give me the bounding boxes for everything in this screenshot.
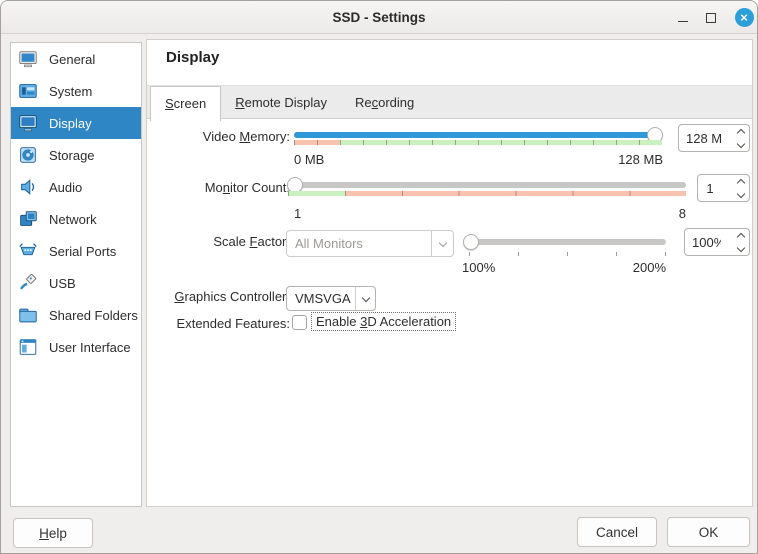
sidebar-item-label: General xyxy=(49,52,95,67)
usb-icon xyxy=(16,271,40,295)
enable-3d-acceleration-checkbox[interactable] xyxy=(292,315,307,330)
sidebar-item-user-interface[interactable]: User Interface xyxy=(11,331,141,363)
extended-features-label: Extended Features: xyxy=(147,316,290,331)
sidebar-item-label: User Interface xyxy=(49,340,131,355)
graphics-controller-label: Graphics Controller: xyxy=(147,289,290,304)
serial-ports-icon xyxy=(16,239,40,263)
window-title: SSD - Settings xyxy=(1,1,757,34)
graphics-controller-combobox[interactable]: VMSVGA xyxy=(286,286,376,311)
video-memory-tick-strip xyxy=(294,140,662,145)
sidebar-item-label: Shared Folders xyxy=(49,308,138,323)
video-memory-label: Video Memory: xyxy=(147,129,290,144)
sidebar-item-system[interactable]: System xyxy=(11,75,141,107)
spin-up-icon[interactable] xyxy=(736,232,744,240)
chevron-down-icon xyxy=(361,293,369,301)
sidebar-item-shared-folders[interactable]: Shared Folders xyxy=(11,299,141,331)
sidebar-item-serial-ports[interactable]: Serial Ports xyxy=(11,235,141,267)
spin-down-icon[interactable] xyxy=(736,243,744,251)
video-memory-slider-fill xyxy=(294,132,662,138)
tab-screen[interactable]: Screen xyxy=(150,86,221,121)
settings-sidebar: General System Display Storage Audio xyxy=(10,42,142,507)
sidebar-item-general[interactable]: General xyxy=(11,43,141,75)
combo-dropdown-button[interactable] xyxy=(431,231,453,256)
sidebar-item-label: System xyxy=(49,84,92,99)
scale-factor-label: Scale Factor: xyxy=(147,234,290,249)
scale-factor-slider-track xyxy=(464,239,666,245)
close-button[interactable]: × xyxy=(732,1,756,34)
sidebar-item-storage[interactable]: Storage xyxy=(11,139,141,171)
close-icon: × xyxy=(735,8,754,27)
monitor-count-tick-strip xyxy=(288,191,686,196)
scale-factor-slider-handle[interactable] xyxy=(463,234,479,250)
audio-icon xyxy=(16,175,40,199)
monitor-count-value: 1 xyxy=(698,181,718,196)
monitor-count-max-label: 8 xyxy=(288,206,686,221)
sidebar-item-label: Storage xyxy=(49,148,95,163)
sidebar-item-label: Display xyxy=(49,116,92,131)
sidebar-item-audio[interactable]: Audio xyxy=(11,171,141,203)
tab-bar: Screen Remote Display Recording xyxy=(147,85,752,119)
maximize-icon xyxy=(706,13,716,23)
general-icon xyxy=(16,47,40,71)
sidebar-item-label: Audio xyxy=(49,180,82,195)
ok-button[interactable]: OK xyxy=(667,517,750,547)
titlebar: SSD - Settings × xyxy=(1,1,757,34)
sidebar-item-label: Serial Ports xyxy=(49,244,116,259)
minimize-icon xyxy=(678,14,688,22)
page-title: Display xyxy=(166,49,219,66)
help-button[interactable]: Help xyxy=(13,518,93,548)
storage-icon xyxy=(16,143,40,167)
spin-down-icon[interactable] xyxy=(736,189,744,197)
shared-folders-icon xyxy=(16,303,40,327)
graphics-controller-value: VMSVGA xyxy=(287,291,355,306)
tab-remote-display[interactable]: Remote Display xyxy=(221,86,341,120)
scale-factor-tick-strip xyxy=(469,252,666,256)
settings-window: SSD - Settings × General System Display xyxy=(0,0,758,554)
tab-recording[interactable]: Recording xyxy=(341,86,428,120)
sidebar-item-network[interactable]: Network xyxy=(11,203,141,235)
combo-dropdown-button[interactable] xyxy=(355,287,375,310)
scale-factor-spinbox[interactable]: 100% xyxy=(684,228,750,256)
system-icon xyxy=(16,79,40,103)
video-memory-spinbox[interactable]: 128 MB xyxy=(678,124,750,152)
display-settings-panel: Display Screen Remote Display Recording … xyxy=(146,39,753,507)
monitor-count-label: Monitor Count: xyxy=(147,180,290,195)
scale-factor-slider[interactable] xyxy=(464,234,666,250)
maximize-button[interactable] xyxy=(699,1,723,34)
spin-up-icon[interactable] xyxy=(736,128,744,136)
sidebar-item-usb[interactable]: USB xyxy=(11,267,141,299)
enable-3d-acceleration-checkbox-label[interactable]: Enable 3D Acceleration xyxy=(311,312,456,331)
spin-down-icon[interactable] xyxy=(736,139,744,147)
sidebar-item-label: Network xyxy=(49,212,97,227)
sidebar-item-display[interactable]: Display xyxy=(11,107,141,139)
scale-factor-value: 100% xyxy=(685,235,721,250)
video-memory-value: 128 MB xyxy=(679,131,721,146)
user-interface-icon xyxy=(16,335,40,359)
scale-factor-max-label: 200% xyxy=(464,260,666,275)
spin-up-icon[interactable] xyxy=(736,178,744,186)
monitor-count-spinbox[interactable]: 1 xyxy=(697,174,750,202)
minimize-button[interactable] xyxy=(671,1,695,34)
sidebar-item-label: USB xyxy=(49,276,76,291)
scale-factor-monitor-combobox[interactable]: All Monitors xyxy=(286,230,454,257)
scale-factor-monitor-value: All Monitors xyxy=(287,236,431,251)
cancel-button[interactable]: Cancel xyxy=(577,517,657,547)
network-icon xyxy=(16,207,40,231)
monitor-count-slider-track xyxy=(288,182,686,188)
video-memory-max-label: 128 MB xyxy=(294,152,663,167)
display-icon xyxy=(16,111,40,135)
chevron-down-icon xyxy=(438,238,446,246)
